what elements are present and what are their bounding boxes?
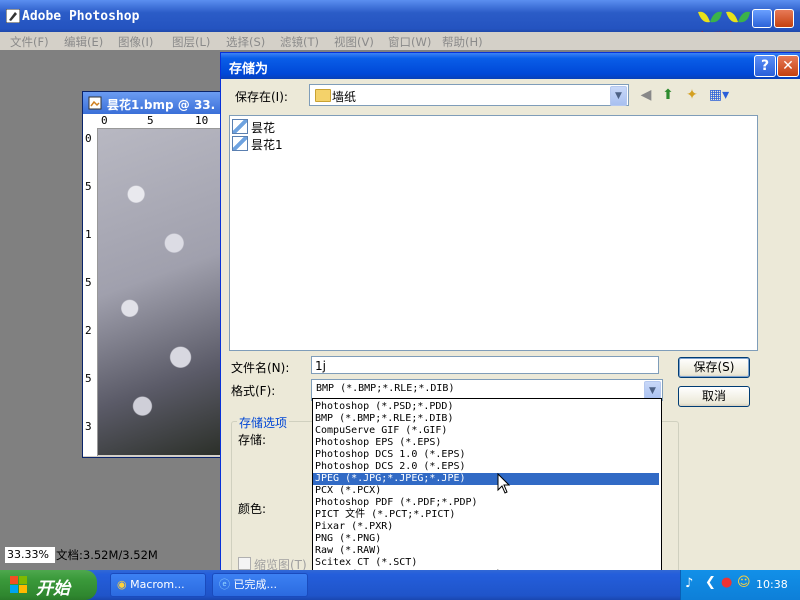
start-button[interactable]: 开始 [0,570,97,600]
macromedia-icon: ◉ [117,578,127,591]
menu-select[interactable]: 选择(S) [226,34,265,50]
ruler-tick-label: 3 [85,420,92,433]
back-icon[interactable]: ◀ [637,86,655,104]
ruler-tick-label: 0 [85,132,92,145]
canvas-image[interactable] [98,129,225,455]
mouse-cursor-icon [497,473,511,494]
cancel-button[interactable]: 取消 [678,386,750,407]
format-option[interactable]: Photoshop PDF (*.PDF;*.PDP) [313,497,659,509]
format-option[interactable]: Scitex CT (*.SCT) [313,557,659,569]
format-dropdown-list[interactable]: Photoshop (*.PSD;*.PDD) BMP (*.BMP;*.RLE;… [312,398,662,594]
taskbar-item-browser[interactable]: ⓔ 已完成... [212,573,308,597]
ruler-tick-label: 0 [101,114,108,127]
dialog-titlebar[interactable]: 存储为 ? ✕ [221,53,800,79]
menu-filter[interactable]: 滤镜(T) [280,34,319,50]
file-list[interactable]: 昙花 昙花1 [229,115,758,351]
messenger-icon[interactable]: ☺ [737,575,751,590]
menu-view[interactable]: 视图(V) [334,34,374,50]
list-item[interactable]: 昙花1 [232,136,283,152]
folder-icon [315,89,331,102]
format-option[interactable]: CompuServe GIF (*.GIF) [313,425,659,437]
ruler-tick-label: 1 [85,228,92,241]
app-title: Adobe Photoshop [22,9,140,24]
ruler-tick-label: 5 [85,276,92,289]
save-in-label: 保存在(I): [235,90,288,104]
windows-logo-icon [10,576,27,593]
bmp-file-icon [232,119,248,134]
format-value: BMP (*.BMP;*.RLE;*.DIB) [316,383,455,394]
format-option[interactable]: Photoshop DCS 1.0 (*.EPS) [313,449,659,461]
format-option[interactable]: BMP (*.BMP;*.RLE;*.DIB) [313,413,659,425]
app-titlebar: Adobe Photoshop [0,0,800,32]
ruler-horizontal[interactable]: 0 5 10 [97,114,225,129]
format-option[interactable]: Photoshop EPS (*.EPS) [313,437,659,449]
menu-help[interactable]: 帮助(H) [442,34,483,50]
color-label: 颜色: [238,502,267,516]
format-option[interactable]: PICT 文件 (*.PCT;*.PICT) [313,509,659,521]
menu-bar: 文件(F) 编辑(E) 图像(I) 图层(L) 选择(S) 滤镜(T) 视图(V… [0,32,800,50]
zoom-level-field[interactable]: 33.33% [4,546,56,564]
antivirus-icon[interactable]: ● [721,575,732,590]
task-label: 已完成... [233,578,278,591]
menu-file[interactable]: 文件(F) [10,34,49,50]
collapse-tray-icon[interactable]: ❮ [705,575,716,590]
save-in-value: 墙纸 [332,90,357,104]
format-option[interactable]: Pixar (*.PXR) [313,521,659,533]
format-option[interactable]: PCX (*.PCX) [313,485,659,497]
ruler-tick-label: 5 [85,180,92,193]
filename-label: 文件名(N): [231,361,290,375]
document-titlebar[interactable]: 昙花1.bmp @ 33. [83,92,225,114]
up-folder-icon[interactable]: ⬆ [659,86,677,104]
help-button[interactable]: ? [754,55,776,77]
ie-icon: ⓔ [219,578,230,591]
bmp-file-icon [232,136,248,151]
format-option[interactable]: PNG (*.PNG) [313,533,659,545]
ruler-tick-label: 5 [85,372,92,385]
save-options-legend: 存储选项 [237,414,290,431]
photoshop-app-icon [6,9,20,23]
format-label: 格式(F): [231,384,276,398]
new-folder-icon[interactable]: ✦ [683,86,701,104]
menu-image[interactable]: 图像(I) [118,34,153,50]
menu-window[interactable]: 窗口(W) [388,34,431,50]
ruler-vertical[interactable]: 0 5 1 5 2 5 3 [83,128,98,456]
volume-icon[interactable]: ♪ [685,576,693,591]
chevron-down-icon[interactable]: ▼ [610,86,627,106]
view-menu-icon[interactable]: ▦▾ [707,86,731,104]
document-size-info[interactable]: 文档:3.52M/3.52M [56,547,158,563]
file-name: 昙花 [251,121,276,135]
format-option[interactable]: JPEG (*.JPG;*.JPEG;*.JPE) [313,473,659,485]
menu-layer[interactable]: 图层(L) [172,34,210,50]
store-label: 存储: [238,433,267,447]
clock[interactable]: 10:38 [756,578,788,591]
filename-field[interactable]: 1j [311,356,659,374]
menu-edit[interactable]: 编辑(E) [64,34,103,50]
document-title: 昙花1.bmp @ 33. [107,98,216,112]
task-label: Macrom... [130,578,185,591]
format-option[interactable]: Photoshop (*.PSD;*.PDD) [313,401,659,413]
dialog-title: 存储为 [229,62,269,77]
dialog-close-button[interactable]: ✕ [777,55,799,77]
thumbnail-checkbox[interactable] [238,557,251,570]
save-button[interactable]: 保存(S) [678,357,750,378]
document-icon [88,96,102,110]
format-option[interactable]: Raw (*.RAW) [313,545,659,557]
save-in-combobox[interactable]: 墙纸 ▼ [309,84,629,106]
ruler-origin[interactable] [83,114,98,129]
start-label: 开始 [36,579,70,599]
file-name: 昙花1 [251,138,283,152]
taskbar-item-macromedia[interactable]: ◉ Macrom... [110,573,206,597]
list-item[interactable]: 昙花 [232,119,275,135]
close-button[interactable] [774,9,794,28]
document-window[interactable]: 昙花1.bmp @ 33. 0 5 10 0 5 1 5 2 5 3 [82,91,226,458]
ruler-tick-label: 5 [147,114,154,127]
format-option[interactable]: Photoshop DCS 2.0 (*.EPS) [313,461,659,473]
ruler-tick-label: 10 [195,114,209,127]
ruler-tick-label: 2 [85,324,92,337]
